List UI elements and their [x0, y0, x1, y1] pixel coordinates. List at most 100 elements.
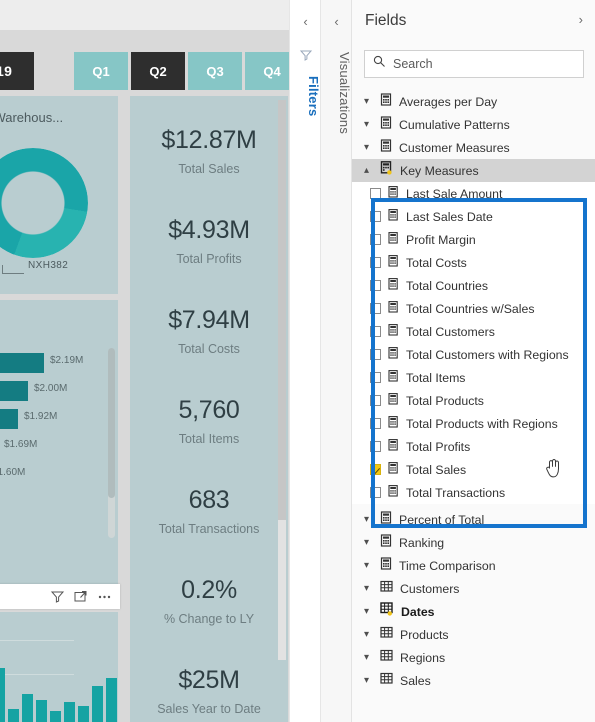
- field-table-averages-per-day[interactable]: ▾ Averages per Day: [352, 90, 595, 113]
- field-table-label: Dates: [401, 604, 435, 619]
- field-total-products[interactable]: Total Products: [352, 389, 595, 412]
- chevron-down-icon[interactable]: ▾: [360, 606, 373, 617]
- visualizations-pane-label[interactable]: Visualizations: [321, 48, 352, 134]
- slicer-year-label: 2019: [0, 63, 13, 79]
- chevron-left-icon[interactable]: ‹: [290, 14, 321, 29]
- slicer-quarter-q3[interactable]: Q3: [188, 52, 242, 90]
- donut-data-label: NXH382: [28, 260, 69, 271]
- fields-search[interactable]: [364, 50, 584, 78]
- donut-chart-visual[interactable]: s by Warehous... NXH382: [0, 96, 118, 294]
- field-table-customer-measures[interactable]: ▾ Customer Measures: [352, 136, 595, 159]
- field-profit-margin[interactable]: Profit Margin: [352, 228, 595, 251]
- chevron-up-icon[interactable]: ▴: [360, 165, 373, 176]
- chevron-down-icon[interactable]: ▾: [360, 652, 373, 663]
- fields-pane-header: Fields ›: [352, 0, 595, 44]
- field-checkbox[interactable]: [370, 211, 381, 222]
- field-checkbox[interactable]: [370, 487, 381, 498]
- slicer-year-2019[interactable]: 2019: [0, 52, 34, 90]
- chevron-down-icon[interactable]: ▾: [360, 583, 373, 594]
- slicer-quarter-q4[interactable]: Q4: [245, 52, 289, 90]
- chevron-down-icon[interactable]: ▾: [360, 560, 373, 571]
- chevron-down-icon[interactable]: ▾: [360, 675, 373, 686]
- focus-mode-icon[interactable]: [74, 590, 87, 603]
- field-total-customers[interactable]: Total Customers: [352, 320, 595, 343]
- bar-value: $2.00M: [34, 383, 68, 394]
- fields-pane[interactable]: Fields › ▾ Averages per Day ▾: [351, 0, 595, 722]
- chevron-down-icon[interactable]: ▾: [360, 96, 373, 107]
- bar-chart-visual[interactable]: me $2.19M $2.00M $1.92M $1.69M: [0, 300, 118, 590]
- field-table-time-comparison[interactable]: ▾ Time Comparison: [352, 554, 595, 577]
- more-options-icon[interactable]: [97, 590, 112, 603]
- field-checkbox[interactable]: [370, 188, 381, 199]
- field-checkbox[interactable]: [370, 395, 381, 406]
- field-checkbox[interactable]: [370, 372, 381, 383]
- search-input[interactable]: [393, 57, 563, 71]
- field-table-key-measures[interactable]: ▴ Key Measures: [352, 159, 595, 182]
- column-chart-visual[interactable]: [0, 612, 118, 722]
- filters-pane-label[interactable]: Filters: [290, 72, 321, 116]
- field-label: Profit Margin: [406, 232, 476, 247]
- chevron-down-icon[interactable]: ▾: [360, 537, 373, 548]
- field-total-products-with-regions[interactable]: Total Products with Regions: [352, 412, 595, 435]
- visualizations-pane-collapsed[interactable]: ‹ Visualizations: [320, 0, 352, 722]
- field-checkbox[interactable]: [370, 464, 381, 475]
- chevron-down-icon[interactable]: ▾: [360, 629, 373, 640]
- field-table-dates[interactable]: ▾ Dates: [352, 600, 595, 623]
- table-icon: [380, 626, 393, 644]
- measure-icon: [388, 369, 399, 387]
- field-table-percent-of-total[interactable]: ▾ Percent of Total: [352, 508, 595, 531]
- kpi-label: Total Items: [178, 432, 240, 446]
- kpi-card-stack[interactable]: $12.87M Total Sales $4.93M Total Profits…: [130, 96, 288, 722]
- chevron-down-icon[interactable]: ▾: [360, 514, 373, 525]
- field-table-products[interactable]: ▾ Products: [352, 623, 595, 646]
- field-table-ranking[interactable]: ▾ Ranking: [352, 531, 595, 554]
- chevron-left-icon[interactable]: ‹: [321, 14, 352, 29]
- field-label: Total Countries w/Sales: [406, 301, 535, 316]
- field-total-costs[interactable]: Total Costs: [352, 251, 595, 274]
- kpi-total-items: 5,760 Total Items: [130, 396, 288, 446]
- column: [36, 700, 47, 722]
- fields-tree[interactable]: ▾ Averages per Day ▾ Cumulative Patterns…: [352, 90, 595, 722]
- field-last-sales-date[interactable]: Last Sales Date: [352, 205, 595, 228]
- bar-row: $1.60M: [0, 462, 118, 490]
- slicer-quarter-q2[interactable]: Q2: [131, 52, 185, 90]
- slicer-q2-label: Q2: [149, 63, 167, 79]
- slicer-quarter-q1[interactable]: Q1: [74, 52, 128, 90]
- field-total-profits[interactable]: Total Profits: [352, 435, 595, 458]
- field-total-items[interactable]: Total Items: [352, 366, 595, 389]
- field-checkbox[interactable]: [370, 280, 381, 291]
- bar-value: $1.92M: [24, 411, 58, 422]
- slicer-row: 2019 Q1 Q2 Q3 Q4: [0, 52, 289, 90]
- field-table-label: Customer Measures: [399, 140, 510, 155]
- chevron-down-icon[interactable]: ▾: [360, 119, 373, 130]
- canvas-scrollbar[interactable]: [278, 100, 286, 660]
- kpi-label: % Change to LY: [163, 612, 255, 626]
- field-table-label: Percent of Total: [399, 512, 485, 527]
- hand-pointer-cursor: [544, 456, 564, 485]
- filters-pane-collapsed[interactable]: ‹ Filters: [289, 0, 321, 722]
- chevron-down-icon[interactable]: ▾: [360, 142, 373, 153]
- field-checkbox[interactable]: [370, 418, 381, 429]
- field-checkbox[interactable]: [370, 257, 381, 268]
- field-checkbox[interactable]: [370, 326, 381, 337]
- field-total-countries[interactable]: Total Countries: [352, 274, 595, 297]
- filter-icon[interactable]: [50, 590, 65, 603]
- field-total-customers-with-regions[interactable]: Total Customers with Regions: [352, 343, 595, 366]
- report-canvas[interactable]: 2019 Q1 Q2 Q3 Q4 s by Warehous... NXH382…: [0, 0, 289, 722]
- field-checkbox[interactable]: [370, 234, 381, 245]
- chevron-right-icon[interactable]: ›: [579, 12, 583, 27]
- field-checkbox[interactable]: [370, 349, 381, 360]
- field-table-customers[interactable]: ▾ Customers: [352, 577, 595, 600]
- measure-table-icon: [380, 533, 392, 552]
- field-total-countries-w-sales[interactable]: Total Countries w/Sales: [352, 297, 595, 320]
- visual-hover-toolbar[interactable]: [0, 584, 120, 609]
- field-table-cumulative-patterns[interactable]: ▾ Cumulative Patterns: [352, 113, 595, 136]
- kpi-value: $12.87M: [161, 126, 257, 154]
- field-table-sales[interactable]: ▾ Sales: [352, 669, 595, 692]
- field-checkbox[interactable]: [370, 441, 381, 452]
- bar-row: $2.00M: [0, 378, 118, 406]
- field-checkbox[interactable]: [370, 303, 381, 314]
- field-table-regions[interactable]: ▾ Regions: [352, 646, 595, 669]
- field-last-sale-amount[interactable]: Last Sale Amount: [352, 182, 595, 205]
- bar-chart-scrollbar[interactable]: [108, 348, 115, 538]
